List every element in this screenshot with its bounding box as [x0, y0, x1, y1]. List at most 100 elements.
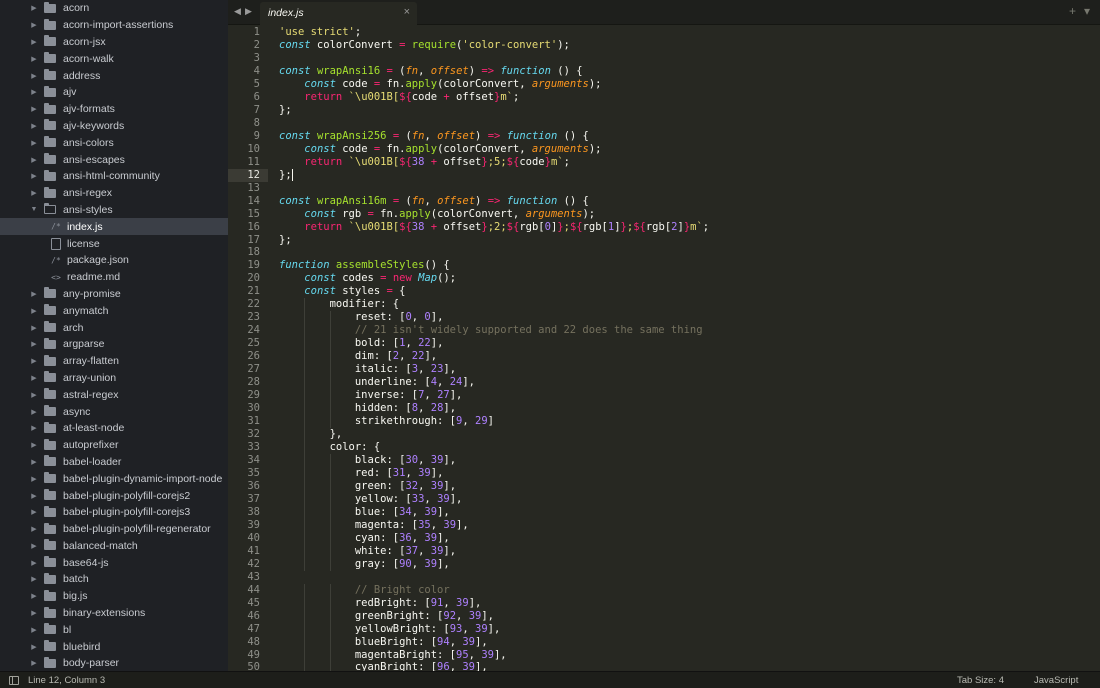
line-number[interactable]: 14 — [228, 195, 268, 208]
line-number[interactable]: 29 — [228, 389, 268, 402]
line-number[interactable]: 28 — [228, 376, 268, 389]
sidebar-folder[interactable]: ▶ acorn-jsx — [0, 34, 228, 51]
disclosure-closed-icon[interactable]: ▶ — [29, 525, 39, 533]
disclosure-closed-icon[interactable]: ▶ — [29, 542, 39, 550]
disclosure-closed-icon[interactable]: ▶ — [29, 4, 39, 12]
disclosure-closed-icon[interactable]: ▶ — [29, 357, 39, 365]
line-number[interactable]: 32 — [228, 428, 268, 441]
sidebar-folder[interactable]: ▶ autoprefixer — [0, 437, 228, 454]
sidebar-folder[interactable]: ▶ argparse — [0, 336, 228, 353]
sidebar-folder[interactable]: ▶ astral-regex — [0, 386, 228, 403]
sidebar-file[interactable]: <> readme.md — [0, 269, 228, 286]
syntax-indicator[interactable]: JavaScript — [1034, 675, 1078, 686]
line-number[interactable]: 30 — [228, 402, 268, 415]
line-number[interactable]: 38 — [228, 506, 268, 519]
line-number[interactable]: 3 — [228, 52, 268, 65]
line-number[interactable]: 23 — [228, 311, 268, 324]
sidebar-folder[interactable]: ▶ array-flatten — [0, 353, 228, 370]
disclosure-closed-icon[interactable]: ▶ — [29, 659, 39, 667]
sidebar-folder[interactable]: ▶ async — [0, 403, 228, 420]
disclosure-closed-icon[interactable]: ▶ — [29, 72, 39, 80]
disclosure-closed-icon[interactable]: ▶ — [29, 391, 39, 399]
sidebar-folder[interactable]: ▶ any-promise — [0, 286, 228, 303]
disclosure-closed-icon[interactable]: ▶ — [29, 424, 39, 432]
tab-size-indicator[interactable]: Tab Size: 4 — [957, 675, 1004, 686]
sidebar-folder[interactable]: ▶ array-union — [0, 370, 228, 387]
disclosure-closed-icon[interactable]: ▶ — [29, 324, 39, 332]
sidebar-folder[interactable]: ▶ ansi-colors — [0, 134, 228, 151]
line-number[interactable]: 17 — [228, 234, 268, 247]
line-number[interactable]: 8 — [228, 117, 268, 130]
disclosure-closed-icon[interactable]: ▶ — [29, 374, 39, 382]
sidebar-file[interactable]: /* index.js — [0, 218, 228, 236]
sidebar-folder[interactable]: ▶ babel-plugin-polyfill-corejs2 — [0, 487, 228, 504]
disclosure-closed-icon[interactable]: ▶ — [29, 559, 39, 567]
sidebar-file[interactable]: /* package.json — [0, 252, 228, 269]
line-number[interactable]: 44 — [228, 584, 268, 597]
sidebar-folder[interactable]: ▶ ajv-keywords — [0, 118, 228, 135]
disclosure-closed-icon[interactable]: ▶ — [29, 408, 39, 416]
line-number[interactable]: 18 — [228, 246, 268, 259]
line-number[interactable]: 35 — [228, 467, 268, 480]
disclosure-closed-icon[interactable]: ▶ — [29, 492, 39, 500]
disclosure-closed-icon[interactable]: ▶ — [29, 139, 39, 147]
sidebar-folder[interactable]: ▶ body-parser — [0, 655, 228, 671]
disclosure-closed-icon[interactable]: ▶ — [29, 575, 39, 583]
disclosure-closed-icon[interactable]: ▶ — [29, 105, 39, 113]
line-number[interactable]: 49 — [228, 649, 268, 662]
sidebar-folder[interactable]: ▶ balanced-match — [0, 538, 228, 555]
line-number[interactable]: 43 — [228, 571, 268, 584]
line-number[interactable]: 13 — [228, 182, 268, 195]
disclosure-closed-icon[interactable]: ▶ — [29, 38, 39, 46]
line-number[interactable]: 24 — [228, 324, 268, 337]
disclosure-closed-icon[interactable]: ▶ — [29, 55, 39, 63]
sidebar-file[interactable]: license — [0, 235, 228, 252]
disclosure-closed-icon[interactable]: ▶ — [29, 592, 39, 600]
disclosure-closed-icon[interactable]: ▶ — [29, 609, 39, 617]
close-icon[interactable]: × — [404, 6, 410, 18]
sidebar-folder[interactable]: ▶ arch — [0, 319, 228, 336]
sidebar-folder[interactable]: ▶ babel-loader — [0, 454, 228, 471]
disclosure-closed-icon[interactable]: ▶ — [29, 122, 39, 130]
sidebar-folder[interactable]: ▶ bl — [0, 621, 228, 638]
line-number[interactable]: 39 — [228, 519, 268, 532]
line-number[interactable]: 25 — [228, 337, 268, 350]
line-number[interactable]: 45 — [228, 597, 268, 610]
sidebar-folder[interactable]: ▶ babel-plugin-dynamic-import-node — [0, 470, 228, 487]
line-number[interactable]: 26 — [228, 350, 268, 363]
line-number[interactable]: 9 — [228, 130, 268, 143]
sidebar-folder[interactable]: ▶ anymatch — [0, 302, 228, 319]
tab-dropdown-icon[interactable]: ▾ — [1084, 4, 1090, 18]
line-number[interactable]: 40 — [228, 532, 268, 545]
line-number[interactable]: 1 — [228, 26, 268, 39]
new-tab-icon[interactable]: + — [1069, 4, 1076, 18]
sidebar-folder[interactable]: ▶ big.js — [0, 588, 228, 605]
disclosure-closed-icon[interactable]: ▶ — [29, 441, 39, 449]
disclosure-open-icon[interactable]: ▼ — [29, 206, 39, 213]
sidebar-folder[interactable]: ▶ ansi-html-community — [0, 168, 228, 185]
line-number[interactable]: 20 — [228, 272, 268, 285]
line-number[interactable]: 7 — [228, 104, 268, 117]
line-number[interactable]: 47 — [228, 623, 268, 636]
disclosure-closed-icon[interactable]: ▶ — [29, 189, 39, 197]
sidebar-folder[interactable]: ▶ ajv — [0, 84, 228, 101]
sidebar-folder[interactable]: ▶ acorn-import-assertions — [0, 17, 228, 34]
forward-arrow-icon[interactable]: ▶ — [245, 6, 252, 17]
code-editor[interactable]: 1 'use strict'; 2 const colorConvert = req… — [228, 25, 1100, 671]
line-number[interactable]: 15 — [228, 208, 268, 221]
line-number[interactable]: 19 — [228, 259, 268, 272]
line-number[interactable]: 27 — [228, 363, 268, 376]
line-number[interactable]: 12 — [228, 168, 268, 182]
disclosure-closed-icon[interactable]: ▶ — [29, 88, 39, 96]
line-number[interactable]: 5 — [228, 78, 268, 91]
sidebar-folder[interactable]: ▶ babel-plugin-polyfill-regenerator — [0, 521, 228, 538]
disclosure-closed-icon[interactable]: ▶ — [29, 340, 39, 348]
disclosure-closed-icon[interactable]: ▶ — [29, 307, 39, 315]
line-number[interactable]: 10 — [228, 143, 268, 156]
line-number[interactable]: 11 — [228, 156, 268, 169]
sidebar-folder[interactable]: ▶ binary-extensions — [0, 605, 228, 622]
line-number[interactable]: 34 — [228, 454, 268, 467]
disclosure-closed-icon[interactable]: ▶ — [29, 458, 39, 466]
line-number[interactable]: 46 — [228, 610, 268, 623]
sidebar-folder[interactable]: ▶ ansi-regex — [0, 185, 228, 202]
